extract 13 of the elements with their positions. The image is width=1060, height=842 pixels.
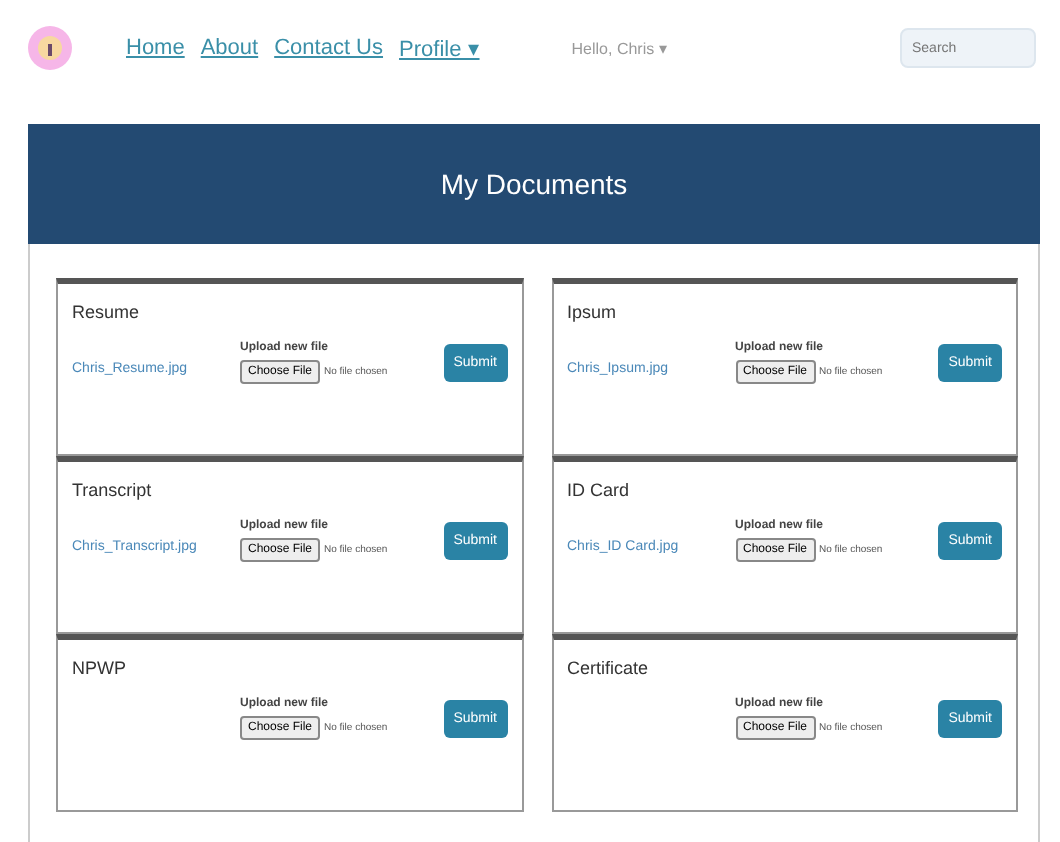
nav-link[interactable]: About bbox=[200, 35, 259, 61]
user-menu[interactable]: Hello, Chris ▾ bbox=[571, 39, 667, 57]
nav-link[interactable]: Profile ▾ bbox=[399, 35, 480, 61]
nav-link[interactable]: Contact Us bbox=[274, 35, 384, 61]
document-title: ID Card bbox=[567, 480, 632, 500]
nav-link[interactable]: Home bbox=[126, 35, 185, 61]
document-title: Ipsum bbox=[567, 302, 619, 322]
panel-title: My Documents bbox=[440, 168, 628, 200]
logo-icon[interactable] bbox=[26, 24, 74, 72]
document-title: NPWP bbox=[72, 658, 128, 678]
document-title: Transcript bbox=[72, 480, 154, 500]
document-title: Resume bbox=[72, 302, 142, 322]
document-title: Certificate bbox=[567, 658, 651, 678]
